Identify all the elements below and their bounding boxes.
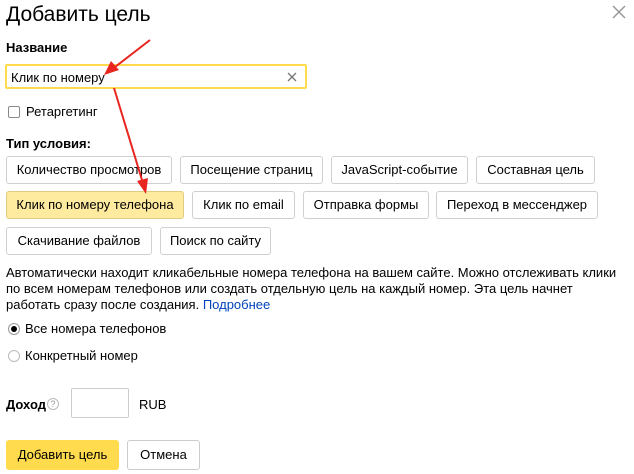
- condition-description: Автоматически находит кликабельные номер…: [6, 265, 626, 313]
- goal-name-field[interactable]: [5, 64, 307, 89]
- condition-option-js-event[interactable]: JavaScript-событие: [331, 156, 468, 184]
- condition-option-page-visits[interactable]: Посещение страниц: [180, 156, 323, 184]
- condition-option-views[interactable]: Количество просмотров: [6, 156, 172, 184]
- income-label: Доход: [6, 397, 46, 412]
- condition-option-messenger[interactable]: Переход в мессенджер: [436, 191, 598, 219]
- currency-label: RUB: [139, 397, 167, 412]
- close-icon[interactable]: [609, 2, 629, 22]
- condition-option-form-submit[interactable]: Отправка формы: [303, 191, 429, 219]
- radio-specific-number[interactable]: [8, 350, 20, 362]
- clear-icon[interactable]: [285, 70, 299, 84]
- name-label: Название: [6, 40, 68, 55]
- radio-specific-number-label: Конкретный номер: [25, 348, 138, 363]
- condition-option-phone-click[interactable]: Клик по номеру телефона: [6, 191, 184, 219]
- goal-name-input[interactable]: [11, 69, 281, 85]
- learn-more-link[interactable]: Подробнее: [203, 297, 270, 312]
- retargeting-checkbox[interactable]: [8, 106, 20, 118]
- condition-type-label: Тип условия:: [6, 136, 91, 151]
- annotation-arrow-to-name-field: [114, 39, 151, 68]
- help-icon[interactable]: ?: [47, 398, 59, 410]
- condition-option-composite[interactable]: Составная цель: [476, 156, 595, 184]
- retargeting-label: Ретаргетинг: [26, 104, 98, 119]
- cancel-button[interactable]: Отмена: [127, 440, 200, 470]
- radio-all-numbers-label: Все номера телефонов: [25, 321, 167, 336]
- dialog-title: Добавить цель: [6, 3, 151, 26]
- add-goal-button[interactable]: Добавить цель: [6, 440, 119, 470]
- condition-option-file-download[interactable]: Скачивание файлов: [6, 227, 152, 255]
- description-text: Автоматически находит кликабельные номер…: [6, 265, 617, 312]
- radio-all-numbers[interactable]: [8, 323, 20, 335]
- condition-option-email-click[interactable]: Клик по email: [192, 191, 295, 219]
- condition-option-site-search[interactable]: Поиск по сайту: [160, 227, 271, 255]
- income-input[interactable]: [71, 388, 129, 418]
